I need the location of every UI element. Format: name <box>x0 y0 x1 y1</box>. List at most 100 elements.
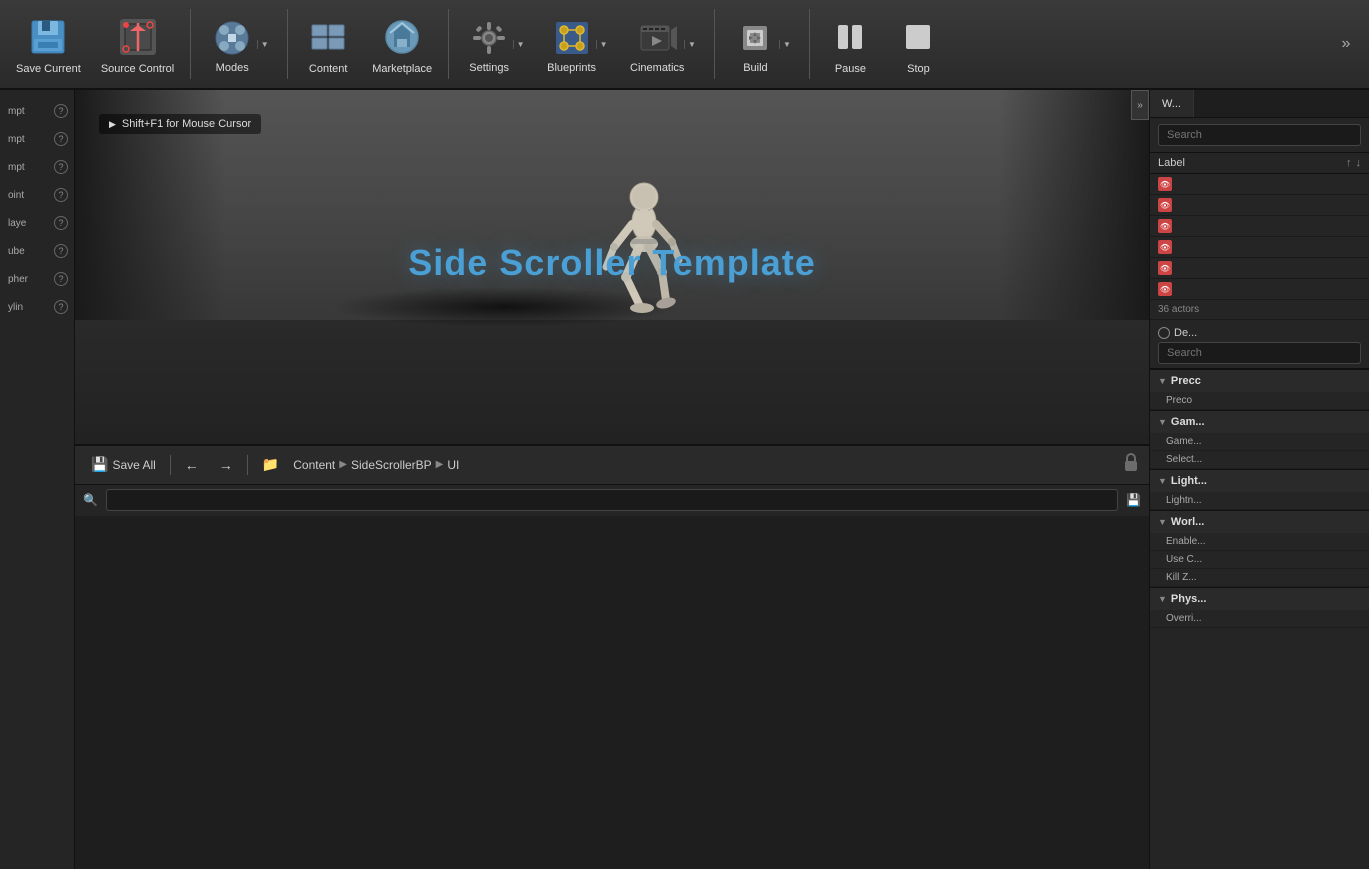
content-button[interactable]: Content <box>296 4 360 84</box>
right-panel-search-area <box>1150 118 1369 153</box>
left-item-0[interactable]: mpt ? <box>0 98 74 124</box>
help-icon-6[interactable]: ? <box>54 272 68 286</box>
eye-row-5[interactable]: 👁 <box>1150 279 1369 300</box>
separator-5 <box>809 9 810 79</box>
settings-button[interactable]: Settings ▼ <box>457 4 535 84</box>
prop-use-c[interactable]: Use C... <box>1150 551 1369 569</box>
left-panel: mpt ? mpt ? mpt ? oint ? laye ? ube ? ph… <box>0 90 75 869</box>
separator-2 <box>287 9 288 79</box>
right-tab-world[interactable]: W... <box>1150 90 1194 117</box>
build-button[interactable]: Build ▼ <box>723 4 801 84</box>
save-current-icon <box>24 13 72 61</box>
eye-row-2[interactable]: 👁 <box>1150 216 1369 237</box>
back-button[interactable]: ← <box>179 454 205 476</box>
help-icon-1[interactable]: ? <box>54 132 68 146</box>
folder-icon: 📁 <box>256 453 285 476</box>
build-dropdown-arrow[interactable]: ▼ <box>779 40 793 49</box>
blueprints-dropdown-arrow[interactable]: ▼ <box>596 40 610 49</box>
prop-enable[interactable]: Enable... <box>1150 533 1369 551</box>
modes-icon <box>208 14 256 62</box>
help-icon-0[interactable]: ? <box>54 104 68 118</box>
visibility-icon-4[interactable]: 👁 <box>1158 261 1172 275</box>
content-files-area[interactable] <box>75 516 1149 869</box>
content-icon <box>304 13 352 61</box>
marketplace-button[interactable]: Marketplace <box>364 4 440 84</box>
visibility-icon-5[interactable]: 👁 <box>1158 282 1172 296</box>
left-item-7[interactable]: ylin ? <box>0 294 74 320</box>
lock-button[interactable] <box>1123 453 1139 476</box>
stop-button[interactable]: Stop <box>886 4 950 84</box>
main-area: mpt ? mpt ? mpt ? oint ? laye ? ube ? ph… <box>0 90 1369 869</box>
visibility-icon-0[interactable]: 👁 <box>1158 177 1172 191</box>
help-icon-5[interactable]: ? <box>54 244 68 258</box>
content-search-input[interactable] <box>106 489 1118 511</box>
content-save-icon[interactable]: 💾 <box>1126 493 1141 507</box>
save-all-button[interactable]: 💾 Save All <box>85 453 162 476</box>
cinematics-dropdown-arrow[interactable]: ▼ <box>684 40 698 49</box>
settings-dropdown-arrow[interactable]: ▼ <box>513 40 527 49</box>
viewport-title: Side Scroller Template <box>408 242 815 284</box>
visibility-icon-2[interactable]: 👁 <box>1158 219 1172 233</box>
blueprints-icon <box>548 14 596 62</box>
left-item-4[interactable]: laye ? <box>0 210 74 236</box>
prop-select[interactable]: Select... <box>1150 451 1369 469</box>
breadcrumb-content[interactable]: Content <box>293 458 335 472</box>
props-section-game: ▼ Gam... Game... Select... <box>1150 410 1369 469</box>
prop-override[interactable]: Overri... <box>1150 610 1369 628</box>
cb-separator <box>170 455 171 475</box>
details-section: De... <box>1150 320 1369 369</box>
toolbar: Save Current Source Control <box>0 0 1369 90</box>
modes-button[interactable]: Modes ▼ <box>199 4 279 84</box>
right-panel-search-input[interactable] <box>1158 124 1361 146</box>
stop-icon <box>894 13 942 61</box>
eye-row-4[interactable]: 👁 <box>1150 258 1369 279</box>
help-icon-3[interactable]: ? <box>54 188 68 202</box>
right-panel-tabs: W... <box>1150 90 1369 118</box>
help-icon-2[interactable]: ? <box>54 160 68 174</box>
right-panel: W... Label ↑ ↓ 👁 👁 👁 👁 <box>1149 90 1369 869</box>
prop-game-mode[interactable]: Game... <box>1150 433 1369 451</box>
section-header-game[interactable]: ▼ Gam... <box>1150 411 1369 433</box>
props-section-light: ▼ Light... Lightn... <box>1150 469 1369 510</box>
breadcrumb-ui[interactable]: UI <box>447 458 459 472</box>
viewport[interactable]: Shift+F1 for Mouse Cursor Side Scroller … <box>75 90 1149 444</box>
prop-preco[interactable]: Preco <box>1150 392 1369 410</box>
details-label: De... <box>1158 324 1361 342</box>
section-header-phys[interactable]: ▼ Phys... <box>1150 588 1369 610</box>
section-header-precc[interactable]: ▼ Precc <box>1150 370 1369 392</box>
left-item-6[interactable]: pher ? <box>0 266 74 292</box>
pause-icon <box>826 13 874 61</box>
eye-row-1[interactable]: 👁 <box>1150 195 1369 216</box>
separator-4 <box>714 9 715 79</box>
forward-button[interactable]: → <box>213 454 239 476</box>
props-section-precc: ▼ Precc Preco <box>1150 369 1369 410</box>
section-header-light[interactable]: ▼ Light... <box>1150 470 1369 492</box>
separator-1 <box>190 9 191 79</box>
pause-button[interactable]: Pause <box>818 4 882 84</box>
left-item-1[interactable]: mpt ? <box>0 126 74 152</box>
label-sort-arrows[interactable]: ↑ ↓ <box>1346 157 1361 169</box>
blueprints-button[interactable]: Blueprints ▼ <box>539 4 618 84</box>
save-current-button[interactable]: Save Current <box>8 4 89 84</box>
modes-dropdown-arrow[interactable]: ▼ <box>257 40 271 49</box>
help-icon-4[interactable]: ? <box>54 216 68 230</box>
cinematics-button[interactable]: Cinematics ▼ <box>622 4 706 84</box>
source-control-button[interactable]: Source Control <box>93 4 182 84</box>
cb-separator-2 <box>247 455 248 475</box>
eye-row-0[interactable]: 👁 <box>1150 174 1369 195</box>
breadcrumb-sidescrollerbp[interactable]: SideScrollerBP <box>351 458 432 472</box>
prop-kill-z[interactable]: Kill Z... <box>1150 569 1369 587</box>
details-search-input[interactable] <box>1158 342 1361 364</box>
visibility-icon-1[interactable]: 👁 <box>1158 198 1172 212</box>
left-item-2[interactable]: mpt ? <box>0 154 74 180</box>
left-item-3[interactable]: oint ? <box>0 182 74 208</box>
eye-row-3[interactable]: 👁 <box>1150 237 1369 258</box>
visibility-icon-3[interactable]: 👁 <box>1158 240 1172 254</box>
left-item-5[interactable]: ube ? <box>0 238 74 264</box>
prop-lightning[interactable]: Lightn... <box>1150 492 1369 510</box>
expand-toolbar-button[interactable]: » <box>1331 14 1361 74</box>
section-header-world[interactable]: ▼ Worl... <box>1150 511 1369 533</box>
cinematics-icon <box>633 14 681 62</box>
help-icon-7[interactable]: ? <box>54 300 68 314</box>
expand-right-panel-button[interactable]: » <box>1131 90 1149 120</box>
